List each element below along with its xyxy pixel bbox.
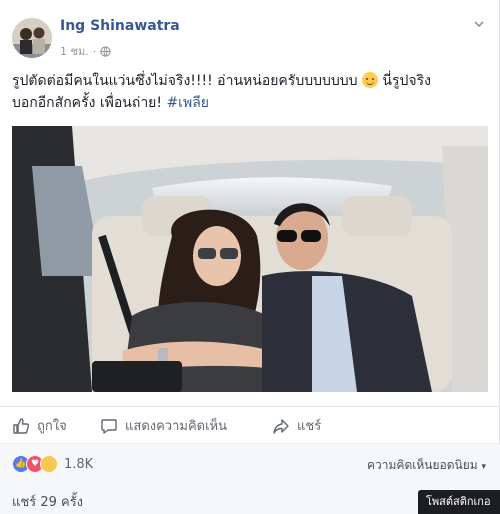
post-options-chevron-icon[interactable] (473, 18, 485, 30)
post-photo[interactable] (12, 126, 488, 392)
comment-sort-label: ความคิดเห็นยอดนิยม (367, 458, 478, 472)
globe-icon (100, 45, 111, 57)
sticker-tooltip: โพสต์สติกเกอ (418, 490, 500, 514)
post-actions-bar: ถูกใจ แสดงความคิดเห็น แชร์ (0, 406, 500, 443)
post-caption: รูปตัดต่อมีคนในแว่นซึ่งไม่จริง!!!! อ่านห… (12, 70, 482, 114)
caption-text: รูปตัดต่อมีคนในแว่นซึ่งไม่จริง!!!! อ่านห… (12, 73, 362, 89)
dropdown-caret-icon: ▾ (481, 462, 486, 472)
comment-sort-dropdown[interactable]: ความคิดเห็นยอดนิยม ▾ (367, 456, 486, 475)
like-button[interactable]: ถูกใจ (12, 415, 67, 436)
post-meta: 1 ชม. · (60, 42, 111, 60)
hashtag-link[interactable]: #เพลีย (166, 95, 209, 111)
reaction-summary[interactable]: 👍 ♥ 1.8K (12, 455, 93, 473)
post-time[interactable]: 1 ชม. (60, 42, 89, 60)
author-avatar[interactable] (12, 18, 52, 58)
comment-button[interactable]: แสดงความคิดเห็น (100, 415, 227, 436)
author-name[interactable]: Ing Shinawatra (60, 18, 180, 34)
share-arrow-icon (273, 418, 289, 434)
haha-reaction-icon (40, 455, 58, 473)
thumbs-up-icon (13, 417, 30, 434)
share-button[interactable]: แชร์ (272, 415, 321, 436)
share-count[interactable]: แชร์ 29 ครั้ง (12, 491, 83, 512)
post-card: Ing Shinawatra 1 ชม. · รูปตัดต่อมีคนในแว… (0, 0, 500, 514)
meta-separator: · (92, 44, 97, 58)
comment-bubble-icon (101, 418, 117, 434)
comment-label: แสดงความคิดเห็น (125, 419, 228, 434)
reactions-bar: 👍 ♥ 1.8K ความคิดเห็นยอดนิยม ▾ (0, 443, 500, 484)
smiling-face-emoji-icon (361, 72, 378, 88)
share-label: แชร์ (297, 419, 322, 434)
like-label: ถูกใจ (37, 419, 67, 434)
reaction-count: 1.8K (64, 456, 94, 472)
